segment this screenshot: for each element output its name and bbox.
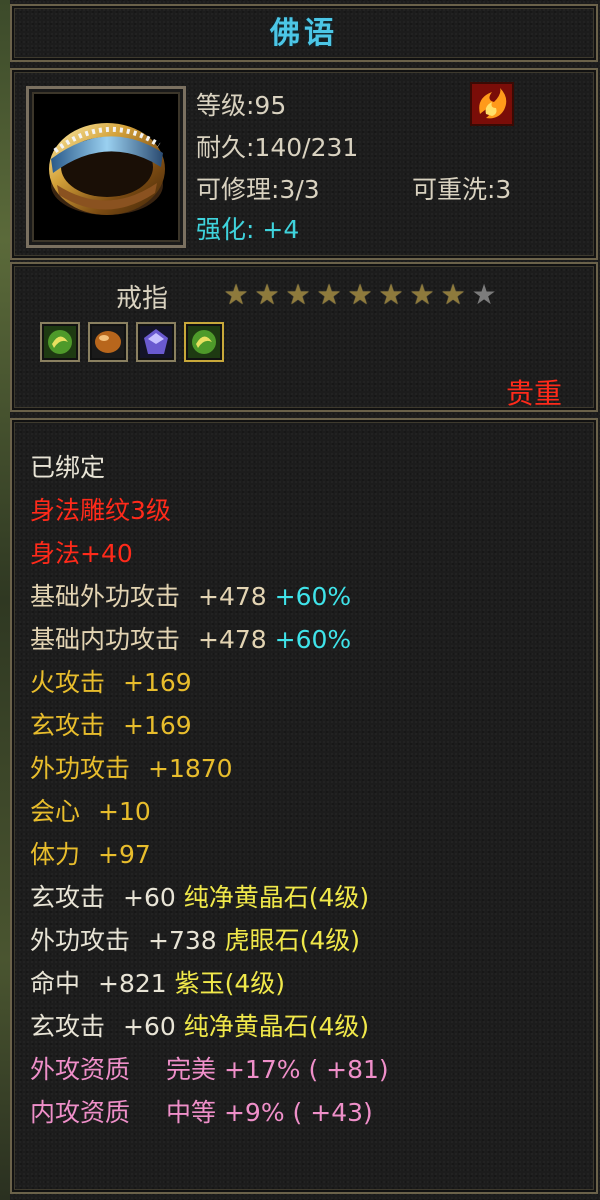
gem-slot-2[interactable] [88,322,128,362]
engrave-value: 身法+40 [30,539,133,568]
green-gem-icon [188,326,220,358]
attr-percent: +60% [274,625,352,654]
attr-label: 会心 [30,797,81,826]
attr-value: +1870 [148,754,233,783]
attr-value: +478 [198,625,267,654]
attr-label: 玄攻击 [30,1012,106,1041]
enhance-stat: 强化: +4 [196,215,300,244]
quality-grade: 完美 [166,1055,217,1084]
star-filled-icon: ★ [285,278,311,311]
star-filled-icon: ★ [254,278,280,311]
green-gem-icon [44,326,76,358]
gem-slot-4[interactable] [184,322,224,362]
attr-label: 火攻击 [30,668,106,697]
quality-row: 外攻资质 完美 +17% ( +81) [30,1050,389,1086]
quality-grade: 中等 [166,1098,217,1127]
attr-label: 体力 [30,840,81,869]
star-empty-icon: ★ [471,278,497,311]
attr-value: +97 [98,840,151,869]
item-icon-frame[interactable] [26,86,186,248]
attr-value: +169 [123,711,192,740]
level-stat: 等级:95 [196,91,287,120]
background-edge [0,0,10,1200]
gem-attr-row: 玄攻击 +60 纯净黄晶石(4级) [30,1007,369,1043]
quality-value: +17% [223,1055,301,1084]
gem-name: 纯净黄晶石(4级) [183,883,370,912]
attr-value: +10 [98,797,151,826]
gem-slot-1[interactable] [40,322,80,362]
ring-icon [37,97,175,237]
attr-value: +169 [123,668,192,697]
bonus-attr-row: 火攻击 +169 [30,663,192,699]
repair-stat: 可修理:3/3 [196,175,320,204]
item-name: 佛语 [270,16,338,51]
bonus-attr-row: 玄攻击 +169 [30,706,192,742]
base-attr-row: 基础外功攻击 +478 +60% [30,577,351,613]
gem-attr-row: 命中 +821 紫玉(4级) [30,964,285,1000]
attr-percent: +60% [274,582,352,611]
attr-label: 玄攻击 [30,883,106,912]
star-filled-icon: ★ [409,278,435,311]
star-filled-icon: ★ [347,278,373,311]
item-type: 戒指 [116,284,169,314]
attr-value: +738 [148,926,217,955]
attr-value: +60 [123,883,176,912]
attr-label: 玄攻击 [30,711,106,740]
gem-name: 虎眼石(4级) [224,926,361,955]
purple-gem-icon [140,326,172,358]
gem-attr-row: 玄攻击 +60 纯净黄晶石(4级) [30,878,369,914]
attr-value: +478 [198,582,267,611]
base-attr-row: 基础内功攻击 +478 +60% [30,620,351,656]
attr-label: 命中 [30,969,81,998]
quality-label: 外攻资质 [30,1055,131,1084]
durability-stat: 耐久:140/231 [196,133,359,162]
attr-value: +821 [98,969,167,998]
attr-value: +60 [123,1012,176,1041]
quality-row: 内攻资质 中等 +9% ( +43) [30,1093,373,1129]
gem-attr-row: 外功攻击 +738 虎眼石(4级) [30,921,360,957]
rewash-stat: 可重洗:3 [412,175,512,204]
attr-label: 外功攻击 [30,754,131,783]
quality-extra: ( +43) [292,1098,373,1127]
gem-name: 纯净黄晶石(4级) [183,1012,370,1041]
bonus-attr-row: 会心 +10 [30,792,151,828]
star-filled-icon: ★ [440,278,466,311]
engrave-name: 身法雕纹3级 [30,496,171,525]
attr-label: 基础外功攻击 [30,582,181,611]
flame-swirl-icon [470,82,514,126]
bonus-attr-row: 外功攻击 +1870 [30,749,233,785]
quality-extra: ( +81) [308,1055,389,1084]
star-filled-icon: ★ [316,278,342,311]
bound-status: 已绑定 [30,453,106,482]
quality-value: +9% [223,1098,285,1127]
gem-slot-3[interactable] [136,322,176,362]
attr-label: 基础内功攻击 [30,625,181,654]
star-filled-icon: ★ [378,278,404,311]
gem-name: 紫玉(4级) [174,969,286,998]
rarity-label: 贵重 [505,377,562,410]
amber-gem-icon [92,326,124,358]
star-filled-icon: ★ [223,278,249,311]
bonus-attr-row: 体力 +97 [30,835,151,871]
quality-label: 内攻资质 [30,1098,131,1127]
attr-label: 外功攻击 [30,926,131,955]
